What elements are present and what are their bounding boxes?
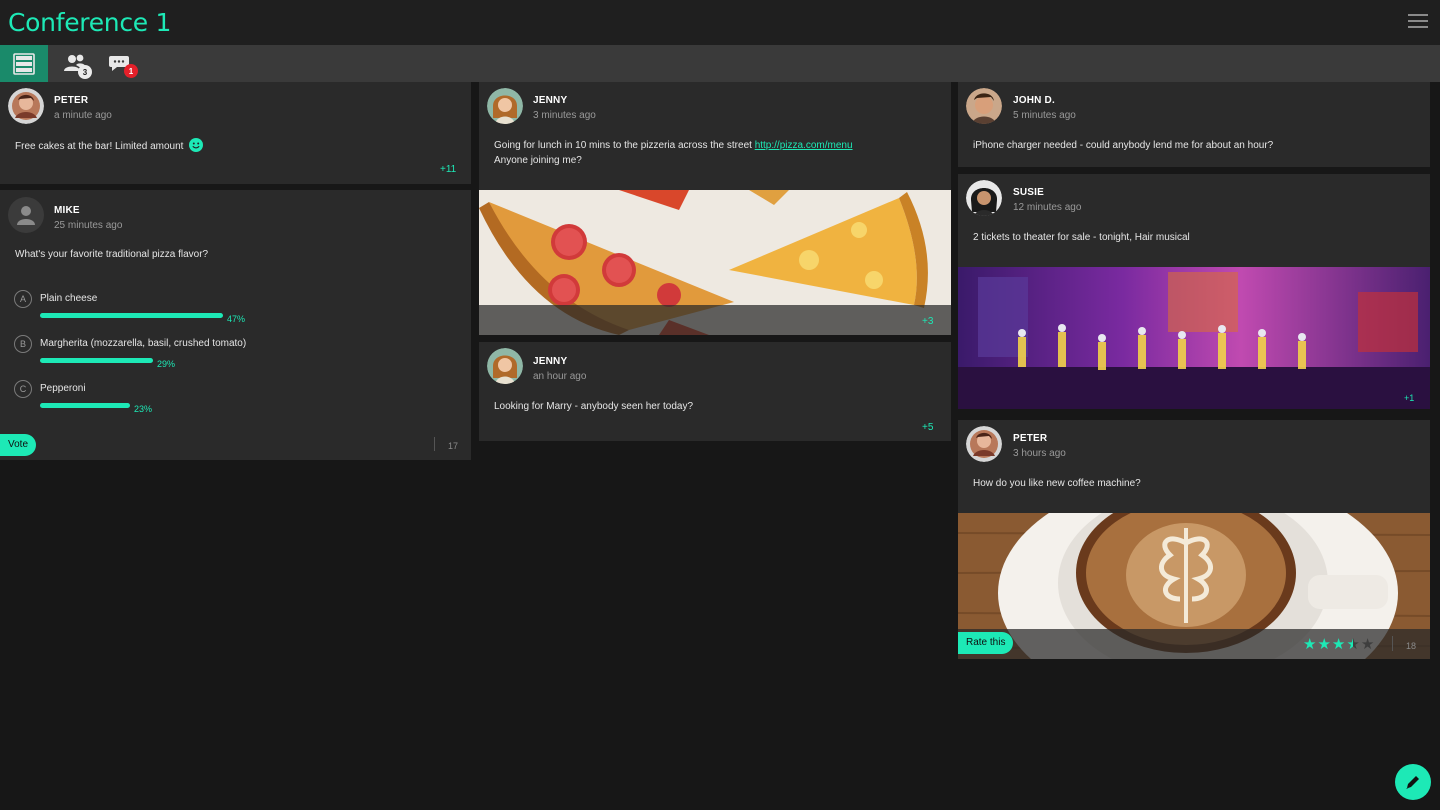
post-text: Going for lunch in 10 mins to the pizzer… — [494, 138, 853, 168]
post-text: 2 tickets to theater for sale - tonight,… — [973, 232, 1190, 243]
post-text: Looking for Marry - anybody seen her tod… — [494, 401, 693, 412]
poll-option-label: Margherita (mozzarella, basil, crushed t… — [40, 338, 247, 349]
smiley-icon — [189, 138, 204, 152]
avatar-john — [966, 88, 1002, 124]
post-text-line2: Anyone joining me? — [494, 155, 582, 166]
app-title: Conference 1 — [8, 8, 172, 37]
post-time: a minute ago — [54, 110, 112, 121]
star-half-icon[interactable]: ★★ — [1346, 637, 1359, 652]
tab-chat[interactable]: 1 — [96, 45, 144, 82]
avatar-peter — [966, 426, 1002, 462]
post-author: PETER — [1013, 433, 1048, 444]
theater-image — [958, 267, 1430, 409]
star-icon[interactable]: ★ — [1332, 637, 1345, 652]
pencil-icon — [1406, 776, 1419, 789]
post-card-peter-coffee[interactable]: PETER 3 hours ago How do you like new co… — [958, 420, 1430, 659]
rating-count: 18 — [1406, 641, 1417, 651]
coffee-photo[interactable]: Rate this ★ ★ ★ ★★ ★ 18 — [958, 513, 1430, 659]
post-card-peter-cakes[interactable]: PETER a minute ago Free cakes at the bar… — [0, 82, 471, 184]
people-badge: 3 — [78, 65, 92, 79]
pizza-photo[interactable]: +3 — [479, 190, 951, 335]
menu-link[interactable]: http://pizza.com/menu — [755, 140, 853, 151]
poll-option-label: Pepperoni — [40, 383, 86, 394]
post-time: 3 hours ago — [1013, 448, 1066, 459]
post-card-mike-poll: MIKE 25 minutes ago What's your favorite… — [0, 190, 471, 460]
post-text-content: Going for lunch in 10 mins to the pizzer… — [494, 140, 755, 151]
poll-option-label: Plain cheese — [40, 293, 98, 304]
vote-button[interactable]: Vote — [0, 434, 37, 456]
post-author: JENNY — [533, 356, 568, 367]
reply-count[interactable]: +1 — [1404, 393, 1414, 403]
divider — [434, 437, 435, 451]
poll-option-c[interactable]: C Pepperoni 23% — [14, 380, 454, 420]
star-rating[interactable]: ★ ★ ★ ★★ ★ — [1303, 637, 1374, 652]
feed-icon — [13, 52, 35, 75]
reply-count[interactable]: +11 — [440, 164, 456, 175]
post-card-john-charger[interactable]: JOHN D. 5 minutes ago iPhone charger nee… — [958, 82, 1430, 167]
post-author: SUSIE — [1013, 187, 1045, 198]
avatar-susie — [966, 180, 1002, 216]
post-text: iPhone charger needed - could anybody le… — [973, 140, 1274, 151]
post-author: JENNY — [533, 95, 568, 106]
post-time: an hour ago — [533, 371, 587, 382]
avatar-peter — [8, 88, 44, 124]
star-icon[interactable]: ★ — [1303, 637, 1316, 652]
tab-feed[interactable] — [0, 45, 48, 82]
post-author: JOHN D. — [1013, 95, 1055, 106]
compose-button[interactable] — [1395, 764, 1431, 800]
star-icon[interactable]: ★ — [1317, 637, 1330, 652]
post-time: 25 minutes ago — [54, 220, 123, 231]
post-time: 5 minutes ago — [1013, 110, 1076, 121]
rate-this-button[interactable]: Rate this — [958, 632, 1014, 654]
star-empty-icon[interactable]: ★ — [1361, 637, 1374, 652]
poll-option-a[interactable]: A Plain cheese 47% — [14, 290, 454, 330]
poll-option-b[interactable]: B Margherita (mozzarella, basil, crushed… — [14, 335, 454, 375]
post-text: How do you like new coffee machine? — [973, 478, 1141, 489]
post-text: Free cakes at the bar! Limited amount — [15, 138, 204, 154]
poll-result-percent: 23% — [134, 404, 153, 414]
poll-question: What's your favorite traditional pizza f… — [15, 249, 209, 260]
post-card-susie-tickets[interactable]: SUSIE 12 minutes ago 2 tickets to theate… — [958, 174, 1430, 409]
post-author: PETER — [54, 95, 89, 106]
vote-count: 17 — [448, 441, 459, 451]
theater-photo[interactable]: +1 — [958, 267, 1430, 409]
post-text-content: Free cakes at the bar! Limited amount — [15, 141, 184, 152]
photo-footer — [479, 305, 951, 335]
chat-badge: 1 — [124, 64, 138, 78]
reply-count[interactable]: +5 — [922, 422, 933, 433]
post-card-jenny-lunch[interactable]: JENNY 3 minutes ago Going for lunch in 1… — [479, 82, 951, 335]
title-bar: Conference 1 — [0, 0, 1440, 45]
poll-result-percent: 29% — [157, 359, 176, 369]
post-card-jenny-marry[interactable]: JENNY an hour ago Looking for Marry - an… — [479, 342, 951, 441]
hamburger-menu-icon[interactable] — [1408, 14, 1428, 30]
poll-result-bar — [40, 403, 130, 408]
divider — [1392, 636, 1393, 651]
post-time: 12 minutes ago — [1013, 202, 1082, 213]
poll-result-bar — [40, 358, 153, 363]
poll-result-bar — [40, 313, 223, 318]
poll-option-letter: B — [14, 335, 32, 353]
avatar-placeholder-icon — [8, 197, 44, 233]
tab-bar: 3 1 — [0, 45, 1440, 82]
poll-result-percent: 47% — [227, 314, 246, 324]
avatar-jenny — [487, 88, 523, 124]
poll-option-letter: A — [14, 290, 32, 308]
post-author: MIKE — [54, 205, 80, 216]
tab-people[interactable]: 3 — [52, 45, 100, 82]
post-time: 3 minutes ago — [533, 110, 596, 121]
poll-option-letter: C — [14, 380, 32, 398]
reply-count[interactable]: +3 — [922, 316, 933, 327]
avatar-jenny — [487, 348, 523, 384]
